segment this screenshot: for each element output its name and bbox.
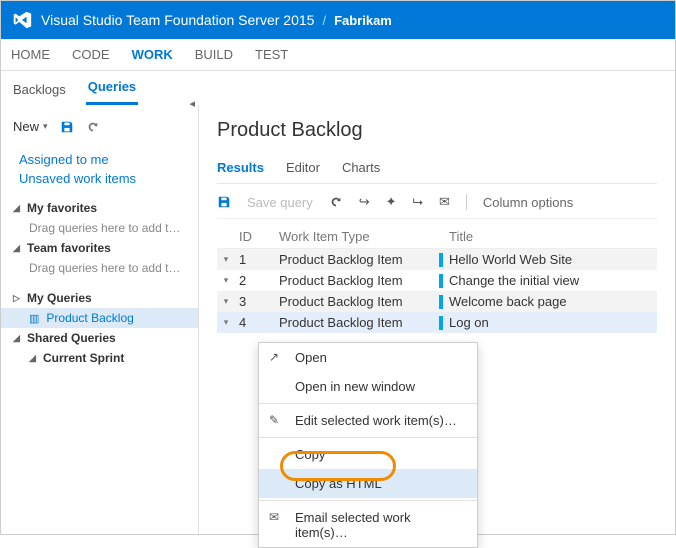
cell-id: 2 [235,273,279,288]
collapse-sidebar-icon[interactable]: ◂ [185,95,199,112]
menu-separator [259,437,477,438]
tree-my-queries[interactable]: ▷My Queries [1,288,198,308]
col-title[interactable]: Title [439,229,657,244]
sidebar: ◂ New ▾ Assigned to me Unsaved work item… [1,105,199,536]
open-icon: ↗ [269,350,279,364]
save-query-label: Save query [247,195,313,210]
top-nav: HOME CODE WORK BUILD TEST [1,39,675,71]
app-title: Visual Studio Team Foundation Server 201… [41,12,314,28]
breadcrumb-separator: / [322,13,326,28]
cell-id: 4 [235,315,279,330]
menu-copy[interactable]: Copy [259,440,477,469]
expand-icon[interactable]: ▾ [217,254,235,265]
query-tree: ◢My favorites Drag queries here to add t… [1,198,198,368]
context-menu: ↗Open Open in new window ✎Edit selected … [258,342,478,548]
subnav-backlogs[interactable]: Backlogs [11,76,68,105]
drag-hint: Drag queries here to add t… [1,218,198,238]
visual-studio-icon [11,9,33,31]
email-icon[interactable]: ✉ [439,194,450,210]
menu-open-new-window[interactable]: Open in new window [259,372,477,401]
tree-current-sprint[interactable]: ◢Current Sprint [1,348,198,368]
chevron-down-icon: ▾ [43,121,48,132]
table-row[interactable]: ▾4Product Backlog ItemLog on [217,312,657,333]
results-grid: ID Work Item Type Title ▾1Product Backlo… [217,225,657,333]
new-query-button[interactable]: New ▾ [13,119,48,134]
table-row[interactable]: ▾2Product Backlog ItemChange the initial… [217,270,657,291]
nav-build[interactable]: BUILD [195,41,233,68]
link-icon[interactable]: ⮡ [413,194,423,210]
cell-id: 3 [235,294,279,309]
edit-icon: ✎ [269,413,279,427]
tree-product-backlog[interactable]: ▥Product Backlog [1,308,198,328]
new-item-icon[interactable]: ✦ [386,194,397,210]
menu-edit-selected[interactable]: ✎Edit selected work item(s)… [259,406,477,435]
nav-test[interactable]: TEST [255,41,288,68]
menu-open[interactable]: ↗Open [259,343,477,372]
app-header: Visual Studio Team Foundation Server 201… [1,1,675,39]
cell-title: Welcome back page [439,294,657,309]
link-unsaved-work-items[interactable]: Unsaved work items [19,171,180,186]
redo-icon[interactable]: ↪ [359,194,370,210]
main-tabs: Results Editor Charts [217,156,657,184]
menu-separator [259,500,477,501]
tree-my-favorites[interactable]: ◢My favorites [1,198,198,218]
toolbar: Save query ↪ ✦ ⮡ ✉ Column options [217,192,657,219]
link-assigned-to-me[interactable]: Assigned to me [19,152,180,167]
cell-type: Product Backlog Item [279,273,439,288]
cell-title: Log on [439,315,657,330]
refresh-icon[interactable] [329,195,343,209]
menu-email-selected[interactable]: ✉Email selected work item(s)… [259,503,477,547]
type-color-bar [439,316,443,330]
new-label: New [13,119,39,134]
expand-icon[interactable]: ▾ [217,317,235,328]
toolbar-divider [466,194,467,210]
save-icon[interactable] [60,120,74,134]
cell-type: Product Backlog Item [279,252,439,267]
expand-icon[interactable]: ▾ [217,275,235,286]
cell-id: 1 [235,252,279,267]
page-title: Product Backlog [217,119,657,142]
type-color-bar [439,274,443,288]
drag-hint: Drag queries here to add t… [1,258,198,278]
table-row[interactable]: ▾3Product Backlog ItemWelcome back page [217,291,657,312]
type-color-bar [439,295,443,309]
cell-type: Product Backlog Item [279,294,439,309]
col-type[interactable]: Work Item Type [279,229,439,244]
nav-home[interactable]: HOME [11,41,50,68]
nav-code[interactable]: CODE [72,41,110,68]
tab-editor[interactable]: Editor [286,156,320,183]
subnav-queries[interactable]: Queries [86,73,138,105]
cell-title: Change the initial view [439,273,657,288]
cell-title: Hello World Web Site [439,252,657,267]
menu-separator [259,403,477,404]
menu-copy-as-html[interactable]: Copy as HTML [259,469,477,498]
tree-shared-queries[interactable]: ◢Shared Queries [1,328,198,348]
query-icon: ▥ [29,312,39,325]
tab-results[interactable]: Results [217,156,264,183]
grid-header: ID Work Item Type Title [217,225,657,249]
column-options-link[interactable]: Column options [483,195,573,210]
expand-icon[interactable]: ▾ [217,296,235,307]
cell-type: Product Backlog Item [279,315,439,330]
table-row[interactable]: ▾1Product Backlog ItemHello World Web Si… [217,249,657,270]
refresh-icon[interactable] [86,120,100,134]
type-color-bar [439,253,443,267]
project-name[interactable]: Fabrikam [334,13,392,28]
nav-work[interactable]: WORK [132,41,173,68]
col-id[interactable]: ID [235,229,279,244]
tree-team-favorites[interactable]: ◢Team favorites [1,238,198,258]
sub-nav: Backlogs Queries [1,71,675,105]
email-icon: ✉ [269,510,279,524]
tab-charts[interactable]: Charts [342,156,380,183]
save-query-icon[interactable] [217,195,231,209]
